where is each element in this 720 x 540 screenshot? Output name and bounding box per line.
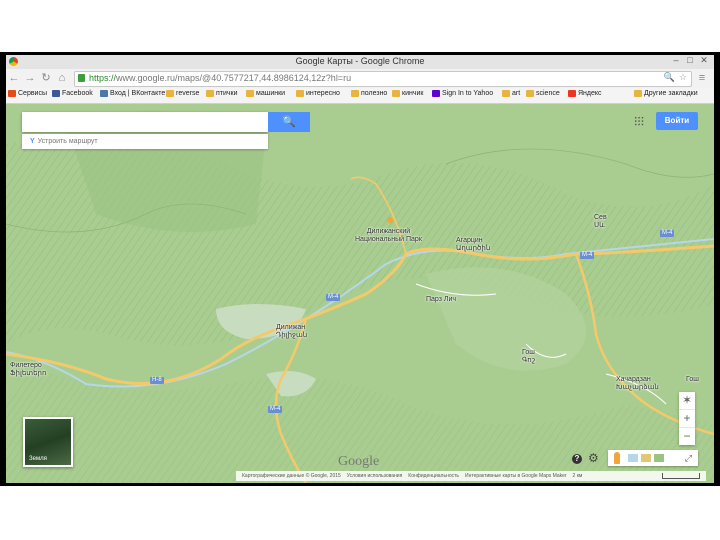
compass-icon[interactable]: ✶ xyxy=(679,392,695,409)
address-bar[interactable]: https://www.google.ru/maps/@40.7577217,4… xyxy=(74,71,692,87)
folder-icon xyxy=(351,90,359,97)
map-footer: Картографические данные © Google, 2015 У… xyxy=(236,471,706,481)
place-label[interactable]: Сев Սև xyxy=(594,214,607,230)
copyright-text: Картографические данные © Google, 2015 xyxy=(242,473,341,479)
url-text: https://www.google.ru/maps/@40.7577217,4… xyxy=(89,73,352,83)
route-shield: M-4 xyxy=(660,230,675,237)
bookmark-item[interactable]: машинки xyxy=(246,90,285,97)
bookmark-item[interactable]: птички xyxy=(206,90,238,97)
forward-icon[interactable]: → xyxy=(24,72,36,84)
folder-icon xyxy=(392,90,400,97)
bookmark-item[interactable]: Яндекс xyxy=(568,90,602,97)
chrome-window: Google Карты - Google Chrome – □ ✕ ← → ↻… xyxy=(6,55,714,483)
folder-icon xyxy=(502,90,510,97)
bookmark-item[interactable]: Другие закладки xyxy=(634,90,698,97)
map-canvas[interactable]: 🔍 Y Устроить маршрут Войти Дилижанский На… xyxy=(6,104,714,483)
traffic-layer-icon[interactable] xyxy=(641,454,651,462)
bookmark-item[interactable]: Facebook xyxy=(52,90,93,97)
close-button[interactable]: ✕ xyxy=(698,55,710,66)
bookmark-item[interactable]: Sign In to Yahoo xyxy=(432,90,493,97)
directions-link[interactable]: Y Устроить маршрут xyxy=(22,134,268,149)
expand-icon[interactable]: ⤢ xyxy=(685,453,692,464)
apps-grid-icon[interactable] xyxy=(634,116,644,126)
terms-link[interactable]: Условия использования xyxy=(347,471,403,481)
earth-view-toggle[interactable]: Земля xyxy=(23,417,73,467)
folder-icon xyxy=(634,90,642,97)
route-shield: M-4 xyxy=(580,252,595,259)
folder-icon xyxy=(246,90,254,97)
place-label[interactable]: Агарцин Աղարծին xyxy=(456,237,490,253)
bookmark-item[interactable]: интересно xyxy=(296,90,340,97)
map-maker-link[interactable]: Интерактивные карты в Google Maps Maker xyxy=(465,471,567,481)
reload-icon[interactable]: ↻ xyxy=(40,72,52,84)
route-shield: M-4 xyxy=(268,406,283,413)
route-shield: H-8 xyxy=(150,377,164,384)
bookmark-item[interactable]: полезно xyxy=(351,90,387,97)
zoom-out-button[interactable]: − xyxy=(679,427,695,445)
bookmark-item[interactable]: Сервисы xyxy=(8,90,47,97)
window-title: Google Карты - Google Chrome xyxy=(295,56,425,66)
folder-icon xyxy=(206,90,214,97)
place-label[interactable]: Гош Գոշ xyxy=(522,349,535,365)
magnifier-icon[interactable]: 🔍 xyxy=(664,72,675,83)
menu-icon[interactable]: ≡ xyxy=(696,72,708,84)
park-marker-icon[interactable] xyxy=(387,217,393,223)
star-icon[interactable]: ☆ xyxy=(679,72,687,83)
back-icon[interactable]: ← xyxy=(8,72,20,84)
browser-toolbar: ← → ↻ ⌂ https://www.google.ru/maps/@40.7… xyxy=(6,69,714,88)
place-label[interactable]: Гош xyxy=(686,376,699,384)
directions-icon: Y xyxy=(30,138,35,145)
help-icon[interactable]: ? xyxy=(572,454,582,464)
bookmark-item[interactable]: reverse xyxy=(166,90,199,97)
minimize-button[interactable]: – xyxy=(670,55,682,65)
pegman-icon[interactable] xyxy=(614,452,620,464)
place-label[interactable]: Парз Лич xyxy=(426,296,456,304)
transit-layer-icon[interactable] xyxy=(628,454,638,462)
folder-icon xyxy=(166,90,174,97)
search-icon: 🔍 xyxy=(282,116,296,128)
route-shield: M-4 xyxy=(326,294,341,301)
folder-icon xyxy=(296,90,304,97)
search-button[interactable]: 🔍 xyxy=(268,112,310,132)
zoom-in-button[interactable]: + xyxy=(679,409,695,427)
terrain-layer xyxy=(6,104,714,483)
layers-panel: ⤢ xyxy=(608,450,698,466)
place-label[interactable]: Дилижан Դիլիջան xyxy=(276,324,307,340)
bookmarks-bar: Сервисы Facebook Вход | ВКонтакте revers… xyxy=(6,88,714,104)
title-bar: Google Карты - Google Chrome – □ ✕ xyxy=(6,55,714,69)
maximize-button[interactable]: □ xyxy=(684,55,696,65)
google-logo: Google xyxy=(338,454,380,469)
lock-icon xyxy=(78,74,85,82)
folder-icon xyxy=(526,90,534,97)
privacy-link[interactable]: Конфиденциальность xyxy=(408,471,459,481)
bookmark-item[interactable]: art xyxy=(502,90,520,97)
bookmark-item[interactable]: science xyxy=(526,90,560,97)
bookmark-item[interactable]: Вход | ВКонтакте xyxy=(100,90,165,97)
yahoo-icon xyxy=(432,90,440,97)
search-input[interactable] xyxy=(22,112,268,132)
place-label[interactable]: Хачардзан Խաչարձան xyxy=(616,376,659,392)
home-icon[interactable]: ⌂ xyxy=(56,72,68,84)
place-label[interactable]: Филетеро Ֆիլետերո xyxy=(10,362,46,378)
vk-icon xyxy=(100,90,108,97)
scale-label: 2 км xyxy=(572,473,583,479)
scale-bar xyxy=(662,473,700,479)
zoom-control: ✶ + − xyxy=(679,392,695,445)
gear-icon[interactable]: ⚙ xyxy=(588,451,599,465)
terrain-layer-icon[interactable] xyxy=(654,454,664,462)
signin-button[interactable]: Войти xyxy=(656,112,698,130)
bookmark-item[interactable]: кинчик xyxy=(392,90,423,97)
facebook-icon xyxy=(52,90,60,97)
apps-grid-icon xyxy=(8,90,16,97)
yandex-icon xyxy=(568,90,576,97)
place-label[interactable]: Дилижанский Национальный Парк xyxy=(355,228,422,244)
